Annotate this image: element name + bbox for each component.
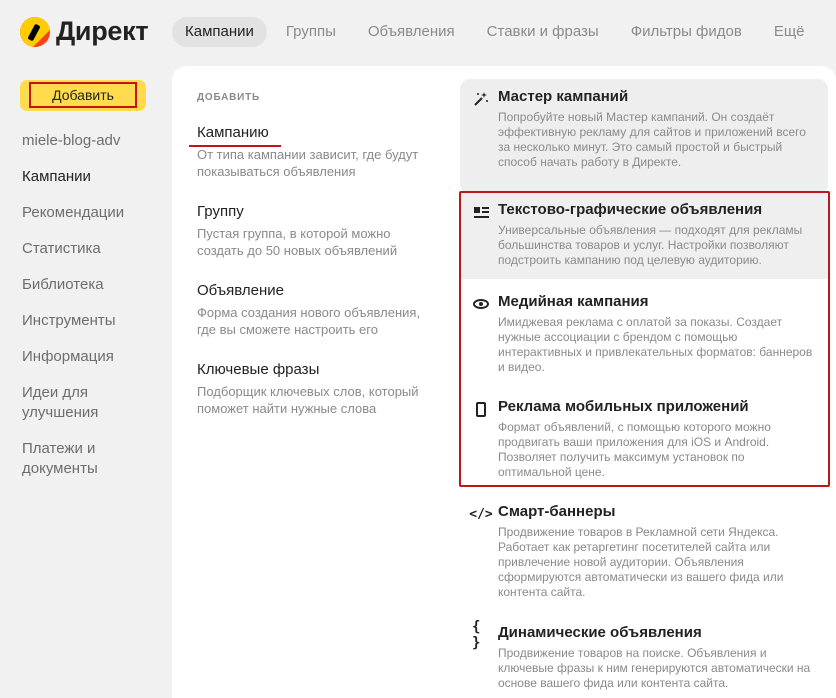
add-menu-item-desc: От типа кампании зависит, где будут пока… [197,147,419,179]
add-menu-header: ДОБАВИТЬ [197,92,261,103]
campaign-types-panel: Мастер кампаний Попробуйте новый Мастер … [452,66,836,698]
campaign-type-smart-banners[interactable]: </> Смарт-баннеры Продвижение товаров в … [460,494,828,604]
nav-tab-feed-filters[interactable]: Фильтры фидов [618,17,755,47]
braces-icon: { } [472,619,481,651]
nav-tab-campaigns[interactable]: Кампании [172,17,267,47]
nav-tab-groups[interactable]: Группы [273,17,349,47]
sidebar-item-library[interactable]: Библиотека [22,275,162,295]
campaign-type-title: Текстово-графические объявления [498,201,763,218]
campaign-type-media[interactable]: Медийная кампания Имиджевая реклама с оп… [460,284,828,384]
campaign-type-title: Динамические объявления [498,624,702,641]
logo[interactable]: Директ [20,16,149,47]
add-menu-item-title: Ключевые фразы [197,361,320,378]
yandex-logo-icon [20,16,50,47]
campaign-type-text-graphic[interactable]: Текстово-графические объявления Универса… [460,192,828,279]
add-button-label: Добавить [29,82,137,108]
nav-tab-ads[interactable]: Объявления [355,17,468,47]
eye-icon [472,295,490,313]
add-menu-panel: ДОБАВИТЬ Кампанию От типа кампании завис… [172,66,452,698]
add-menu-item-title: Кампанию [189,124,281,147]
sidebar-item-tools[interactable]: Инструменты [22,311,162,331]
campaign-type-dynamic[interactable]: { } Динамические объявления Продвижение … [460,615,828,695]
campaign-type-desc: Продвижение товаров на поиске. Объявлени… [498,646,811,690]
add-menu-item-title: Объявление [197,282,284,299]
sidebar-list: miele-blog-adv Кампании Рекомендации Ста… [22,131,162,495]
sidebar-item-recommendations[interactable]: Рекомендации [22,203,162,223]
add-button[interactable]: Добавить [20,80,146,111]
campaign-type-title: Смарт-баннеры [498,503,616,520]
campaign-type-title: Реклама мобильных приложений [498,398,749,415]
campaign-type-title: Медийная кампания [498,293,649,310]
campaign-type-mobile-apps[interactable]: Реклама мобильных приложений Формат объя… [460,389,828,484]
sidebar-item-login[interactable]: miele-blog-adv [22,131,162,151]
campaign-type-desc: Попробуйте новый Мастер кампаний. Он соз… [498,110,806,169]
magic-wand-icon [472,90,490,108]
main-nav: Кампании Группы Объявления Ставки и фраз… [172,17,824,47]
add-menu-item-title: Группу [197,203,244,220]
campaign-type-title: Мастер кампаний [498,88,629,105]
top-bar: Директ Кампании Группы Объявления Ставки… [0,0,836,64]
sidebar-item-statistics[interactable]: Статистика [22,239,162,259]
campaign-type-desc: Универсальные объявления — подходят для … [498,223,803,267]
sidebar-item-campaigns[interactable]: Кампании [22,167,162,187]
add-menu-item-ad[interactable]: Объявление Форма создания нового объявле… [197,281,437,338]
campaign-type-desc: Продвижение товаров в Рекламной сети Янд… [498,525,784,599]
add-menu-item-desc: Подборщик ключевых слов, который поможет… [197,384,419,416]
campaign-type-desc: Формат объявлений, с помощью которого мо… [498,420,771,479]
logo-text: Директ [56,16,149,46]
phone-icon [472,400,490,418]
add-menu-item-campaign[interactable]: Кампанию От типа кампании зависит, где б… [189,123,437,180]
add-menu-item-desc: Форма создания нового объявления, где вы… [197,305,421,337]
campaign-type-master[interactable]: Мастер кампаний Попробуйте новый Мастер … [460,79,828,194]
sidebar-item-payments[interactable]: Платежи и документы [22,439,162,479]
sidebar-item-info[interactable]: Информация [22,347,162,367]
nav-tab-bids[interactable]: Ставки и фразы [474,17,612,47]
text-lines-icon [472,203,490,221]
code-icon: </> [469,506,493,522]
sidebar-item-ideas[interactable]: Идеи для улучшения [22,383,162,423]
campaign-type-desc: Имиджевая реклама с оплатой за показы. С… [498,315,813,374]
add-menu-item-group[interactable]: Группу Пустая группа, в которой можно со… [197,202,437,259]
add-menu-item-keywords[interactable]: Ключевые фразы Подборщик ключевых слов, … [197,360,437,417]
nav-tab-more[interactable]: Ещё [761,17,818,47]
add-menu-item-desc: Пустая группа, в которой можно создать д… [197,226,398,258]
